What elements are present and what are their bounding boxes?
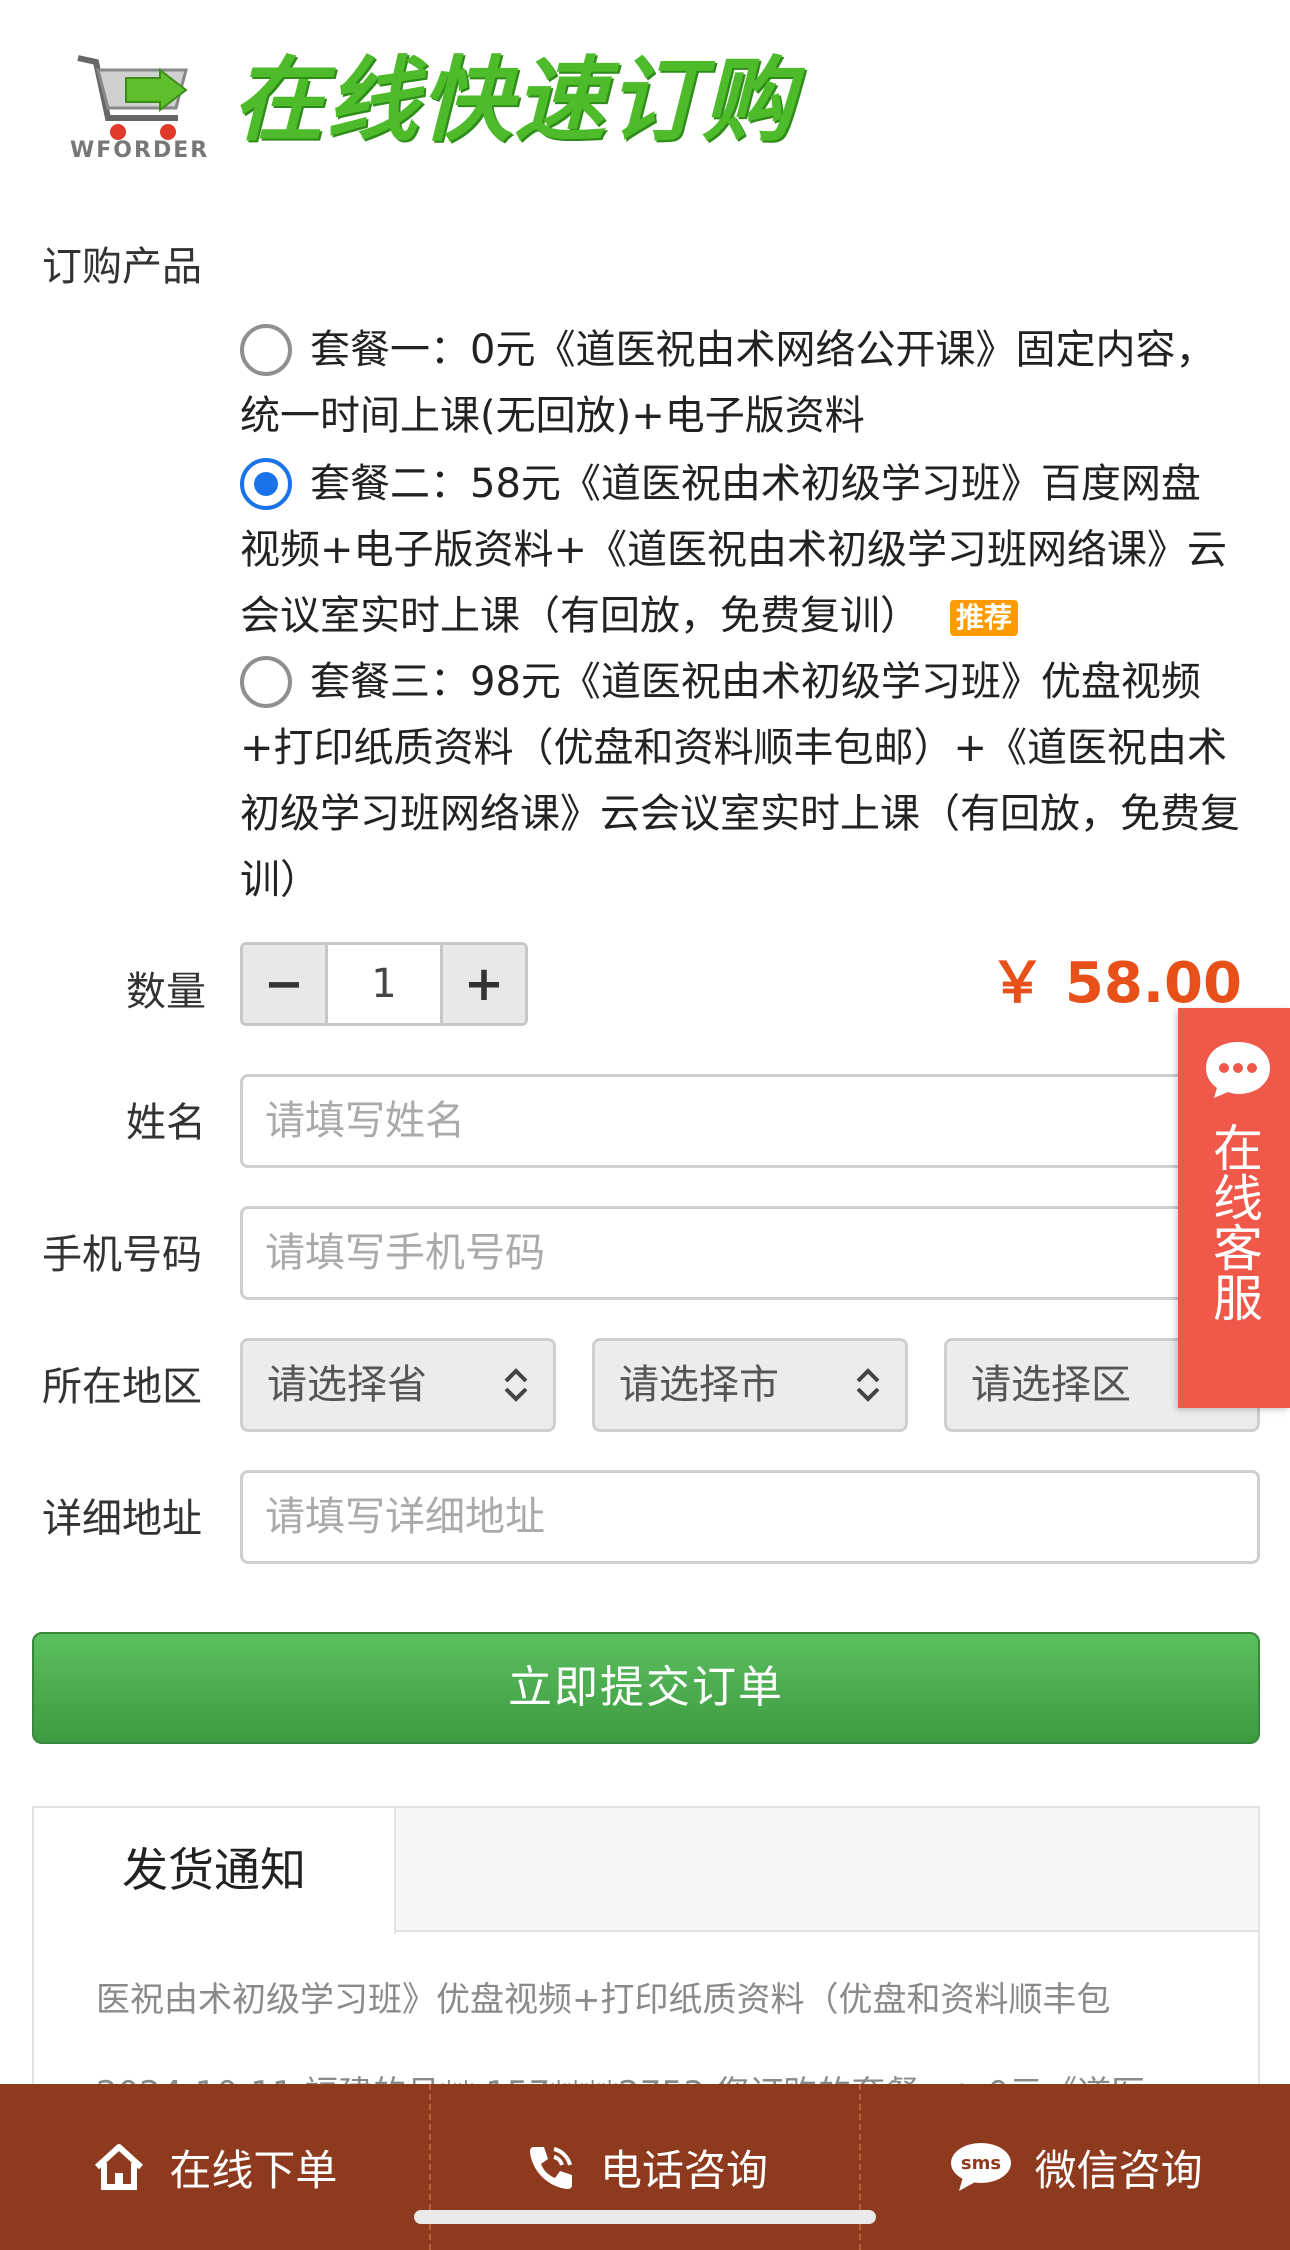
online-service-float-button[interactable]: 在线客服 bbox=[1178, 1008, 1290, 1408]
bottom-order-online[interactable]: 在线下单 bbox=[0, 2084, 431, 2250]
region-label: 所在地区 bbox=[42, 1364, 202, 1410]
bottom-phone-consult[interactable]: 电话咨询 bbox=[431, 2084, 862, 2250]
notice-line: 医祝由术初级学习班》优盘视频+打印纸质资料（优盘和资料顺丰包 bbox=[96, 1980, 1111, 2020]
quantity-value[interactable]: 1 bbox=[325, 945, 443, 1023]
select-arrows-icon bbox=[504, 1368, 528, 1402]
quantity-plus-button[interactable]: + bbox=[443, 945, 525, 1023]
name-input[interactable] bbox=[240, 1074, 1260, 1168]
recommend-badge: 推荐 bbox=[950, 600, 1019, 636]
tab-shipping-notice[interactable]: 发货通知 bbox=[34, 1808, 396, 1934]
quantity-stepper: − 1 + bbox=[240, 942, 528, 1026]
city-select[interactable]: 请选择市 bbox=[592, 1338, 908, 1432]
header: WFORDER 在线快速订购 bbox=[0, 0, 1290, 200]
address-input[interactable] bbox=[240, 1470, 1260, 1564]
home-icon bbox=[95, 2144, 144, 2190]
bottom-bar: 在线下单 电话咨询 sms 微信咨询 bbox=[0, 2084, 1290, 2250]
home-indicator bbox=[414, 2210, 876, 2224]
logo-text: WFORDER bbox=[70, 138, 210, 163]
select-arrows-icon bbox=[856, 1368, 880, 1402]
package-two-text[interactable]: 套餐二：58元《道医祝由术初级学习班》百度网盘 视频+电子版资料+《道医祝由术初… bbox=[240, 451, 1250, 649]
page-title: 在线快速订购 bbox=[232, 47, 797, 154]
phone-label: 手机号码 bbox=[42, 1232, 202, 1278]
sms-chat-icon: sms bbox=[950, 2143, 1011, 2191]
online-service-label: 在线客服 bbox=[1205, 1122, 1263, 1322]
phone-icon bbox=[530, 2147, 572, 2189]
package-three-text[interactable]: 套餐三：98元《道医祝由术初级学习班》优盘视频 +打印纸质资料（优盘和资料顺丰包… bbox=[240, 649, 1250, 913]
svg-text:sms: sms bbox=[961, 2153, 1001, 2174]
chat-bubble-icon bbox=[1206, 1042, 1270, 1098]
province-select[interactable]: 请选择省 bbox=[240, 1338, 556, 1432]
quantity-minus-button[interactable]: − bbox=[243, 945, 325, 1023]
name-label: 姓名 bbox=[126, 1100, 206, 1146]
order-page: WFORDER 在线快速订购 订购产品 套餐一：0元《道医祝由术网络公开课》固定… bbox=[0, 0, 1290, 2250]
package-one-text[interactable]: 套餐一：0元《道医祝由术网络公开课》固定内容， 统一时间上课(无回放)+电子版资… bbox=[240, 317, 1250, 449]
product-label: 订购产品 bbox=[42, 244, 202, 290]
bottom-wechat-consult[interactable]: sms 微信咨询 bbox=[861, 2084, 1290, 2250]
address-label: 详细地址 bbox=[42, 1496, 202, 1542]
quantity-label: 数量 bbox=[126, 969, 206, 1015]
shipping-notice-panel: 发货通知 医祝由术初级学习班》优盘视频+打印纸质资料（优盘和资料顺丰包 2024… bbox=[32, 1806, 1260, 2114]
submit-order-button[interactable]: 立即提交订单 bbox=[32, 1632, 1260, 1744]
phone-input[interactable] bbox=[240, 1206, 1260, 1300]
